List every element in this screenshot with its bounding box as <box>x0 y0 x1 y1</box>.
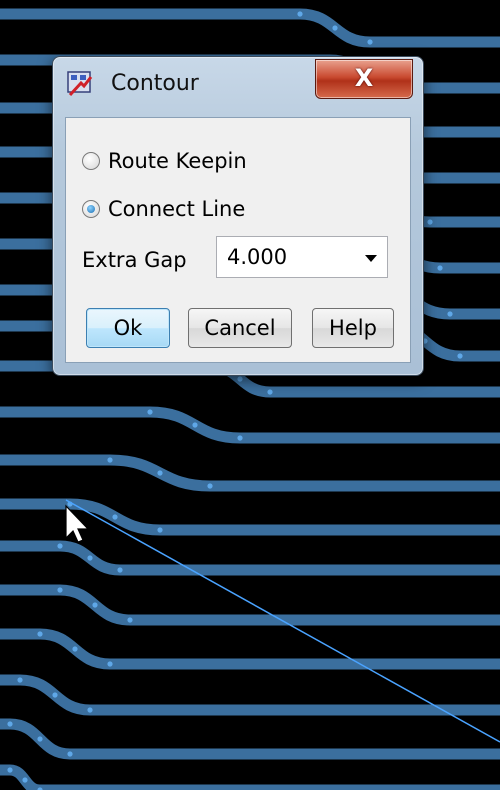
route-keepin-option[interactable]: Route Keepin <box>82 146 247 176</box>
route-keepin-label: Route Keepin <box>108 149 247 173</box>
ok-button[interactable]: Ok <box>86 308 170 348</box>
trace-vertex <box>92 602 98 608</box>
trace-vertex <box>7 721 13 727</box>
mouse-cursor-icon <box>65 504 90 543</box>
trace-vertex <box>7 767 13 773</box>
contour-dialog: Contour X Route Keepin Connect Line Extr… <box>52 56 424 376</box>
trace-vertex <box>112 514 118 520</box>
trace-vertex <box>157 470 163 476</box>
trace-vertex <box>447 311 453 317</box>
trace-vertex <box>427 219 433 225</box>
trace-vertex <box>192 422 198 428</box>
trace-vertex <box>57 543 63 549</box>
extra-gap-combobox[interactable]: 4.000 <box>216 236 388 278</box>
pcb-trace[interactable] <box>0 454 500 492</box>
trace-vertex <box>72 646 78 652</box>
connect-line-radio[interactable] <box>82 200 100 218</box>
trace-vertex <box>117 567 123 573</box>
trace-vertex <box>127 617 133 623</box>
trace-vertex <box>87 707 93 713</box>
pcb-trace[interactable] <box>0 406 500 444</box>
pcb-trace[interactable] <box>0 674 500 716</box>
help-button[interactable]: Help <box>312 308 394 348</box>
route-keepin-radio[interactable] <box>82 152 100 170</box>
trace-vertex <box>37 736 43 742</box>
extra-gap-label: Extra Gap <box>82 248 187 272</box>
pcb-trace[interactable] <box>0 718 500 760</box>
dialog-titlebar[interactable]: Contour X <box>53 57 423 111</box>
pcb-trace[interactable] <box>0 584 500 626</box>
trace-vertex <box>237 435 243 441</box>
dropdown-arrow-icon[interactable] <box>365 255 377 262</box>
trace-vertex <box>237 376 243 382</box>
trace-vertex <box>297 11 303 17</box>
close-icon: X <box>354 64 374 92</box>
trace-vertex <box>147 409 153 415</box>
trace-vertex <box>37 631 43 637</box>
trace-vertex <box>367 39 373 45</box>
trace-vertex <box>332 25 338 31</box>
close-button[interactable]: X <box>315 59 413 99</box>
pcb-trace[interactable] <box>0 764 500 790</box>
connect-line-label: Connect Line <box>108 197 246 221</box>
connect-line-option[interactable]: Connect Line <box>82 194 245 224</box>
trace-vertex <box>207 483 213 489</box>
trace-vertex <box>57 587 63 593</box>
trace-vertex <box>67 751 73 757</box>
trace-vertex <box>157 527 163 533</box>
extra-gap-value: 4.000 <box>227 245 288 269</box>
trace-vertex <box>437 265 443 271</box>
trace-vertex <box>457 353 463 359</box>
cancel-button[interactable]: Cancel <box>188 308 292 348</box>
trace-vertex <box>22 777 28 783</box>
trace-vertex <box>17 677 23 683</box>
dialog-body: Route Keepin Connect Line Extra Gap 4.00… <box>65 117 411 363</box>
pcb-trace[interactable] <box>0 540 500 576</box>
trace-vertex <box>52 692 58 698</box>
pcb-trace[interactable] <box>0 8 500 48</box>
contour-app-icon <box>67 71 93 97</box>
trace-vertex <box>87 555 93 561</box>
dialog-title: Contour <box>111 71 199 96</box>
trace-vertex <box>267 389 273 395</box>
trace-vertex <box>107 457 113 463</box>
trace-vertex <box>107 661 113 667</box>
